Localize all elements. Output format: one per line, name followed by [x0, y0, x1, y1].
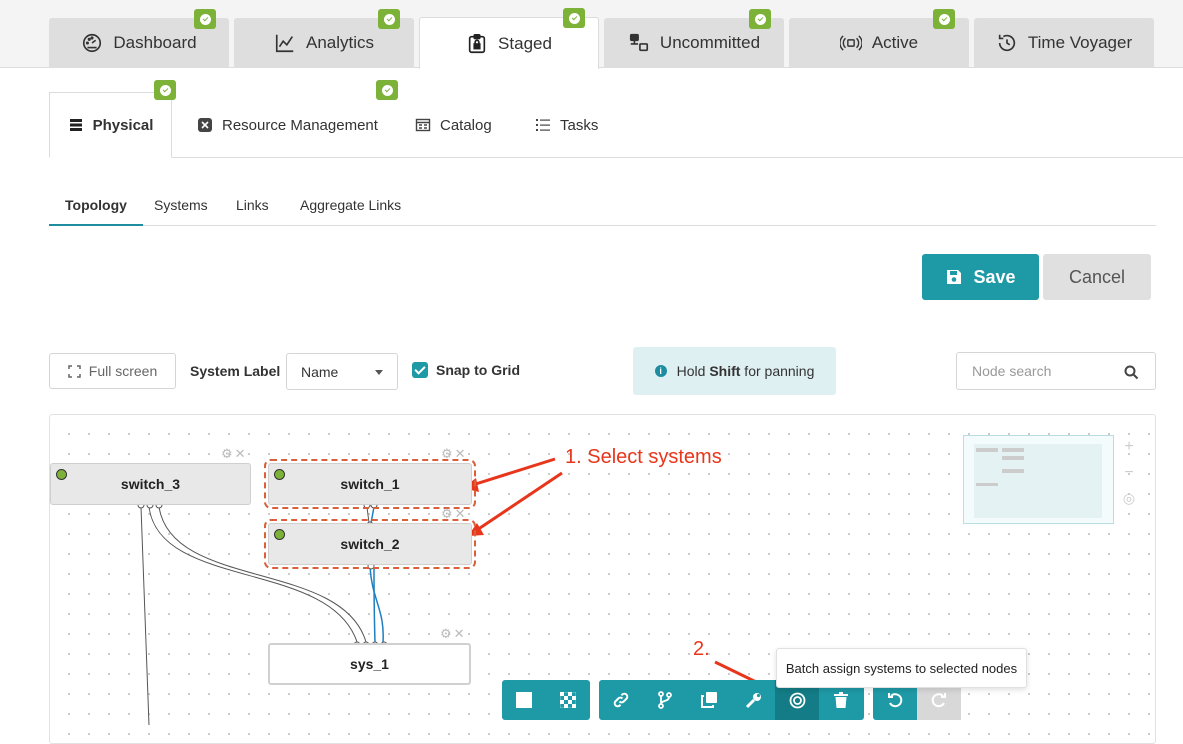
clone-button[interactable] [687, 680, 731, 720]
select-box-button[interactable] [502, 680, 546, 720]
checker-icon [560, 692, 576, 708]
zoom-in-icon[interactable]: + [1121, 438, 1137, 456]
annotation-step-2: 2. [693, 638, 710, 660]
status-dot [274, 529, 285, 540]
trash-icon [834, 692, 848, 708]
gear-icon[interactable]: ⚙✕ [441, 446, 468, 462]
status-dot [56, 469, 67, 480]
status-dot [274, 469, 285, 480]
link-icon [613, 692, 629, 708]
tooltip: Batch assign systems to selected nodes [776, 648, 1027, 688]
gear-icon[interactable]: ⚙✕ [221, 446, 248, 462]
node-switch-3[interactable]: switch_3 [50, 463, 251, 505]
branch-button[interactable] [643, 680, 687, 720]
node-label: sys_1 [350, 656, 389, 672]
node-label: switch_2 [340, 536, 400, 552]
recenter-icon[interactable]: ◎ [1121, 490, 1137, 507]
zoom-out-icon[interactable]: − [1121, 464, 1137, 482]
branch-icon [658, 691, 672, 709]
copy-icon [701, 692, 717, 708]
annotation-step-1: 1. Select systems [565, 446, 722, 468]
minimap-nodes [976, 448, 1024, 486]
redo-icon [931, 693, 946, 708]
square-icon [516, 692, 532, 708]
target-icon [789, 692, 805, 708]
node-switch-2[interactable]: switch_2 [264, 519, 476, 569]
undo-icon [888, 693, 903, 708]
node-label: switch_1 [340, 476, 400, 492]
node-switch-1[interactable]: switch_1 [264, 459, 476, 509]
properties-button[interactable] [731, 680, 775, 720]
selection-tools [502, 680, 590, 720]
select-pattern-button[interactable] [546, 680, 590, 720]
node-sys-1[interactable]: sys_1 [268, 643, 471, 685]
topology-links [137, 457, 788, 725]
node-label: switch_3 [120, 476, 181, 492]
minimap[interactable] [963, 435, 1114, 524]
wrench-icon [745, 692, 761, 708]
link-button[interactable] [599, 680, 643, 720]
gear-icon[interactable]: ⚙✕ [441, 506, 468, 522]
gear-icon[interactable]: ⚙✕ [440, 626, 467, 642]
